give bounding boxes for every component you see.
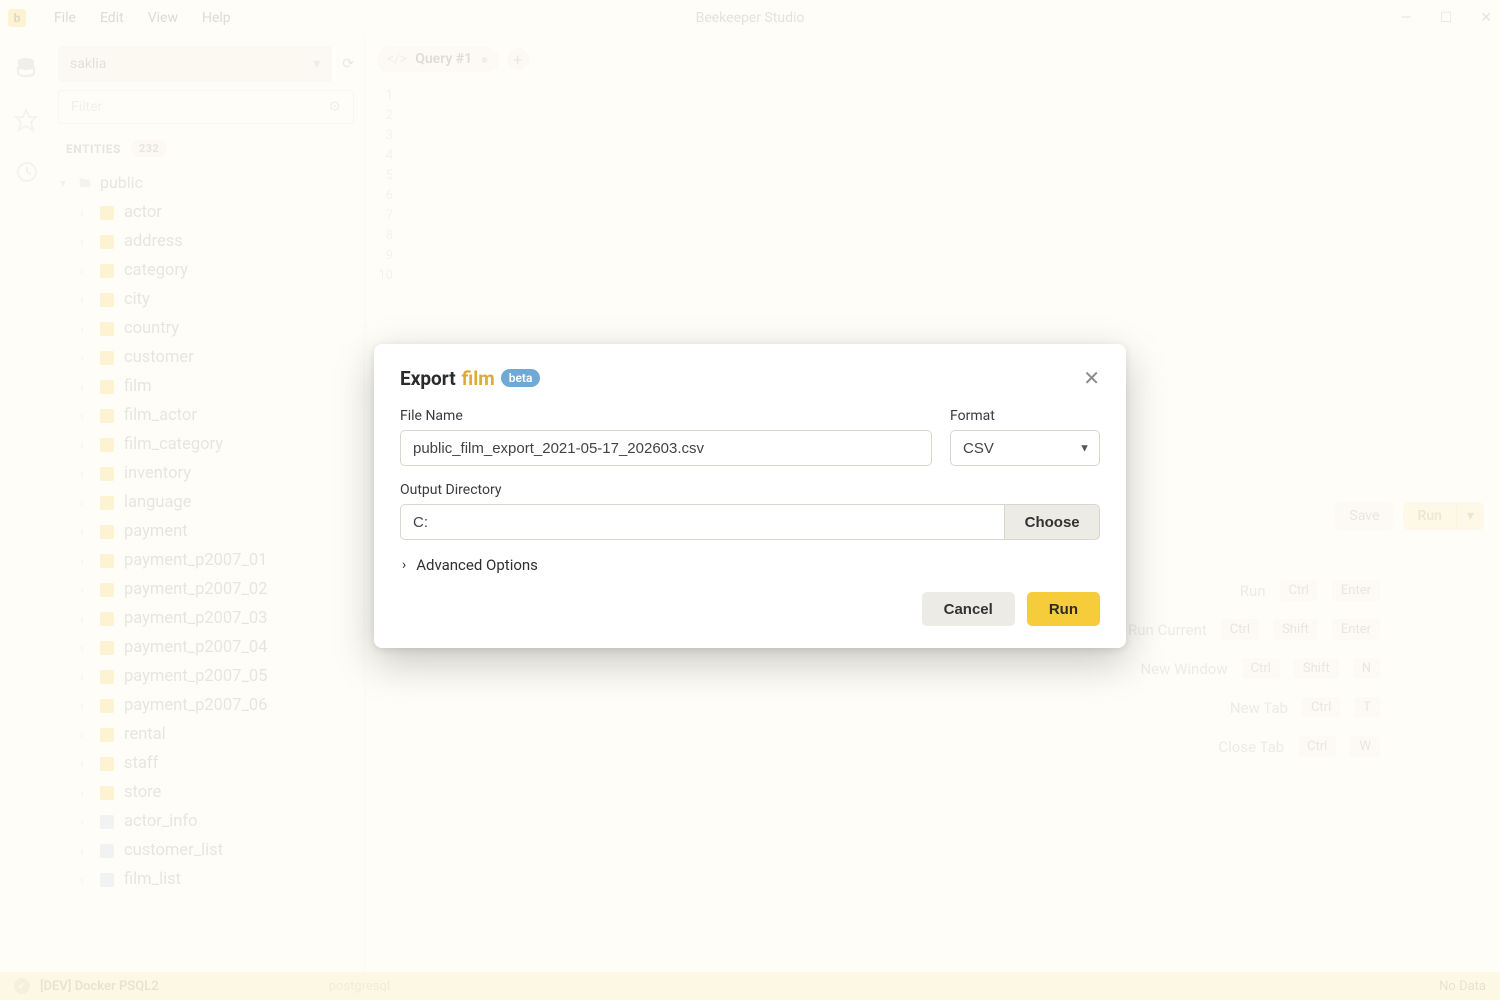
file-name-input[interactable] [400,430,932,466]
modal-overlay: Export film beta ✕ File Name Format ▼ Ou… [0,0,1500,1000]
cancel-button[interactable]: Cancel [922,592,1015,626]
output-dir-label: Output Directory [400,482,1100,498]
modal-close-icon[interactable]: ✕ [1083,366,1100,390]
run-export-button[interactable]: Run [1027,592,1100,626]
format-select[interactable] [950,430,1100,466]
modal-title-highlight: film [462,367,495,390]
output-dir-input[interactable] [400,504,1005,540]
beta-badge: beta [501,369,541,387]
export-modal: Export film beta ✕ File Name Format ▼ Ou… [374,344,1126,648]
advanced-label: Advanced Options [416,556,538,574]
modal-title: Export film beta [400,367,540,390]
advanced-options-toggle[interactable]: › Advanced Options [402,556,1100,574]
chevron-right-icon: › [402,557,406,573]
format-label: Format [950,408,1100,424]
file-name-label: File Name [400,408,932,424]
choose-button[interactable]: Choose [1005,504,1100,540]
modal-title-prefix: Export [400,367,456,390]
